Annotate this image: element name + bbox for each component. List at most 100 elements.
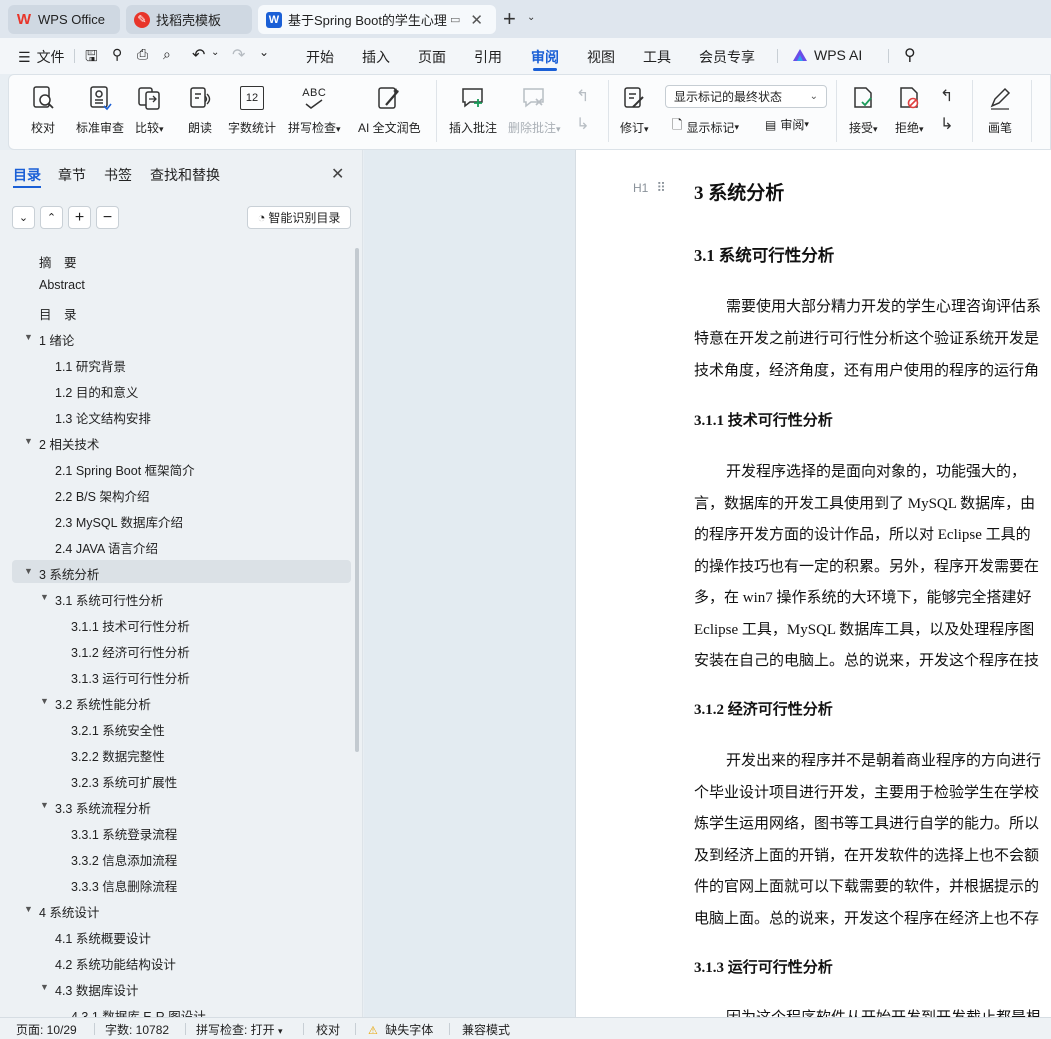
word-count-button[interactable]: 12 字数统计 bbox=[228, 82, 276, 136]
tab-document[interactable]: W 基于Spring Boot的学生心理 ▭ ✕ bbox=[258, 5, 496, 34]
toc-item[interactable]: 3.1.3 运行可行性分析 bbox=[71, 668, 190, 687]
toc-item[interactable]: 3.3.1 系统登录流程 bbox=[71, 824, 177, 843]
drag-handle-icon[interactable]: ⠿ bbox=[656, 180, 665, 196]
menu-start[interactable]: 开始 bbox=[306, 47, 334, 67]
ai-polish-button[interactable]: AI 全文润色 bbox=[358, 82, 421, 136]
revise-button[interactable]: 修订▾ bbox=[620, 82, 649, 136]
menu-page[interactable]: 页面 bbox=[418, 47, 446, 67]
toc-expand-arrow-icon[interactable]: ▼ bbox=[24, 566, 33, 576]
next-change-icon[interactable]: ↳ bbox=[940, 114, 953, 134]
delete-comment-button[interactable]: 删除批注▾ bbox=[508, 82, 561, 136]
toc-item[interactable]: 3.1.1 技术可行性分析 bbox=[71, 616, 190, 635]
compare-button[interactable]: 比较▾ bbox=[135, 82, 164, 136]
menu-member[interactable]: 会员专享 bbox=[699, 47, 755, 67]
toc-expand-arrow-icon[interactable]: ▼ bbox=[40, 696, 49, 706]
proofread-button[interactable]: 校对 bbox=[30, 82, 56, 136]
menu-reference[interactable]: 引用 bbox=[474, 47, 502, 67]
reject-button[interactable]: 拒绝▾ bbox=[895, 82, 924, 136]
toc-expand-arrow-icon[interactable]: ▼ bbox=[24, 332, 33, 342]
toc-item[interactable]: 摘 要 bbox=[39, 252, 77, 271]
more-chevron-icon[interactable]: ⌄ bbox=[259, 45, 269, 59]
menu-review[interactable]: 审阅 bbox=[531, 47, 559, 67]
menu-wps-ai[interactable]: WPS AI bbox=[792, 47, 862, 63]
expand-all-button[interactable]: ⌄ bbox=[12, 206, 35, 229]
toc-item[interactable]: 2 相关技术 bbox=[39, 434, 99, 453]
menu-file[interactable]: ☰ 文件 bbox=[18, 47, 65, 67]
toc-scrollbar[interactable] bbox=[355, 248, 359, 752]
standard-review-button[interactable]: 标准审查 bbox=[76, 82, 124, 136]
toc-item[interactable]: 3.1 系统可行性分析 bbox=[55, 590, 163, 609]
demote-level-button[interactable]: − bbox=[96, 206, 119, 229]
accept-button[interactable]: 接受▾ bbox=[849, 82, 878, 136]
smart-toc-button[interactable]: ◔ 智能识别目录 bbox=[247, 206, 351, 229]
toc-item[interactable]: 2.3 MySQL 数据库介绍 bbox=[55, 512, 183, 531]
status-word-count[interactable]: 字数: 10782 bbox=[105, 1021, 169, 1038]
insert-comment-button[interactable]: 插入批注 bbox=[449, 82, 497, 136]
panel-tab-toc[interactable]: 目录 bbox=[13, 165, 41, 185]
menu-tools[interactable]: 工具 bbox=[643, 47, 671, 67]
toc-item[interactable]: 1 绪论 bbox=[39, 330, 74, 349]
review-pane-button[interactable]: ▤ 审阅 ▾ bbox=[765, 116, 809, 133]
spell-check-button[interactable]: ABC 拼写检查▾ bbox=[288, 82, 341, 136]
print-icon[interactable]: ⎙ bbox=[137, 46, 148, 63]
status-missing-font[interactable]: ⚠ 缺失字体 bbox=[368, 1021, 433, 1038]
toc-item[interactable]: 3.3.2 信息添加流程 bbox=[71, 850, 177, 869]
menu-insert[interactable]: 插入 bbox=[362, 47, 390, 67]
toc-item[interactable]: Abstract bbox=[39, 278, 85, 292]
collapse-all-button[interactable]: ⌃ bbox=[40, 206, 63, 229]
toc-expand-arrow-icon[interactable]: ▼ bbox=[24, 436, 33, 446]
share-icon[interactable]: ⚲ bbox=[112, 46, 122, 63]
read-aloud-button[interactable]: 朗读 bbox=[187, 82, 213, 136]
heading-level-marker[interactable]: H1 ⠿ bbox=[633, 180, 666, 196]
promote-level-button[interactable]: + bbox=[68, 206, 91, 229]
toc-expand-arrow-icon[interactable]: ▼ bbox=[40, 800, 49, 810]
toc-item[interactable]: 1.3 论文结构安排 bbox=[55, 408, 151, 427]
undo-menu-chevron-icon[interactable]: ⌄ bbox=[211, 47, 219, 58]
toc-expand-arrow-icon[interactable]: ▼ bbox=[40, 592, 49, 602]
toc-expand-arrow-icon[interactable]: ▼ bbox=[24, 904, 33, 914]
new-tab-icon[interactable]: + bbox=[503, 6, 516, 32]
toc-item[interactable]: 目 录 bbox=[39, 304, 77, 323]
panel-tab-find-replace[interactable]: 查找和替换 bbox=[150, 165, 220, 185]
toc-item[interactable]: 4.2 系统功能结构设计 bbox=[55, 954, 176, 973]
close-tab-icon[interactable]: ✕ bbox=[470, 11, 483, 29]
toc-item[interactable]: 2.4 JAVA 语言介绍 bbox=[55, 538, 158, 557]
print-preview-icon[interactable]: ⌕ bbox=[163, 46, 171, 63]
menu-view[interactable]: 视图 bbox=[587, 47, 615, 67]
toc-item[interactable]: 3 系统分析 bbox=[39, 564, 99, 583]
toc-item[interactable]: 3.2.3 系统可扩展性 bbox=[71, 772, 177, 791]
toc-item[interactable]: 3.2.1 系统安全性 bbox=[71, 720, 165, 739]
close-panel-icon[interactable]: ✕ bbox=[331, 164, 344, 184]
undo-icon[interactable]: ↶ bbox=[192, 45, 205, 65]
toc-item[interactable]: 2.1 Spring Boot 框架简介 bbox=[55, 460, 195, 479]
toc-item[interactable]: 3.3.3 信息删除流程 bbox=[71, 876, 177, 895]
toc-item[interactable]: 3.1.2 经济可行性分析 bbox=[71, 642, 190, 661]
redo-icon[interactable]: ↷ bbox=[232, 45, 245, 65]
toc-item[interactable]: 2.2 B/S 架构介绍 bbox=[55, 486, 149, 505]
monitor-icon[interactable]: ▭ bbox=[450, 13, 460, 26]
panel-tab-chapters[interactable]: 章节 bbox=[58, 165, 86, 185]
toc-item[interactable]: 4 系统设计 bbox=[39, 902, 99, 921]
toc-item[interactable]: 4.3 数据库设计 bbox=[55, 980, 138, 999]
toc-item[interactable]: 1.1 研究背景 bbox=[55, 356, 126, 375]
show-markup-button[interactable]: 🗋 显示标记 ▾ bbox=[672, 116, 739, 138]
next-comment-icon[interactable]: ↳ bbox=[576, 114, 589, 134]
toc-item[interactable]: 3.3 系统流程分析 bbox=[55, 798, 151, 817]
status-proofread[interactable]: 校对 bbox=[316, 1021, 340, 1038]
tab-list-chevron-icon[interactable]: ⌄ bbox=[527, 12, 535, 23]
tab-template[interactable]: ✎ 找稻壳模板 bbox=[126, 5, 252, 34]
status-page[interactable]: 页面: 10/29 bbox=[16, 1021, 77, 1038]
pen-button[interactable]: 画笔 bbox=[987, 82, 1013, 136]
toc-item[interactable]: 3.2.2 数据完整性 bbox=[71, 746, 165, 765]
toc-expand-arrow-icon[interactable]: ▼ bbox=[40, 982, 49, 992]
status-spell-check[interactable]: 拼写检查: 打开 ▾ bbox=[196, 1021, 283, 1038]
save-icon[interactable]: 🖫 bbox=[85, 46, 98, 71]
document-page[interactable]: H1 ⠿ 3 系统分析 3.1 系统可行性分析 需要使用大部分精力开发的学生心理… bbox=[575, 150, 1051, 1017]
toc-item[interactable]: 3.2 系统性能分析 bbox=[55, 694, 151, 713]
toc-item[interactable]: 1.2 目的和意义 bbox=[55, 382, 138, 401]
toc-item[interactable]: 4.1 系统概要设计 bbox=[55, 928, 151, 947]
markup-state-select[interactable]: 显示标记的最终状态 ⌄ bbox=[665, 85, 827, 108]
panel-tab-bookmarks[interactable]: 书签 bbox=[104, 165, 132, 185]
tab-wps-office[interactable]: W WPS Office bbox=[8, 5, 120, 34]
search-icon[interactable]: ⚲ bbox=[904, 45, 916, 65]
